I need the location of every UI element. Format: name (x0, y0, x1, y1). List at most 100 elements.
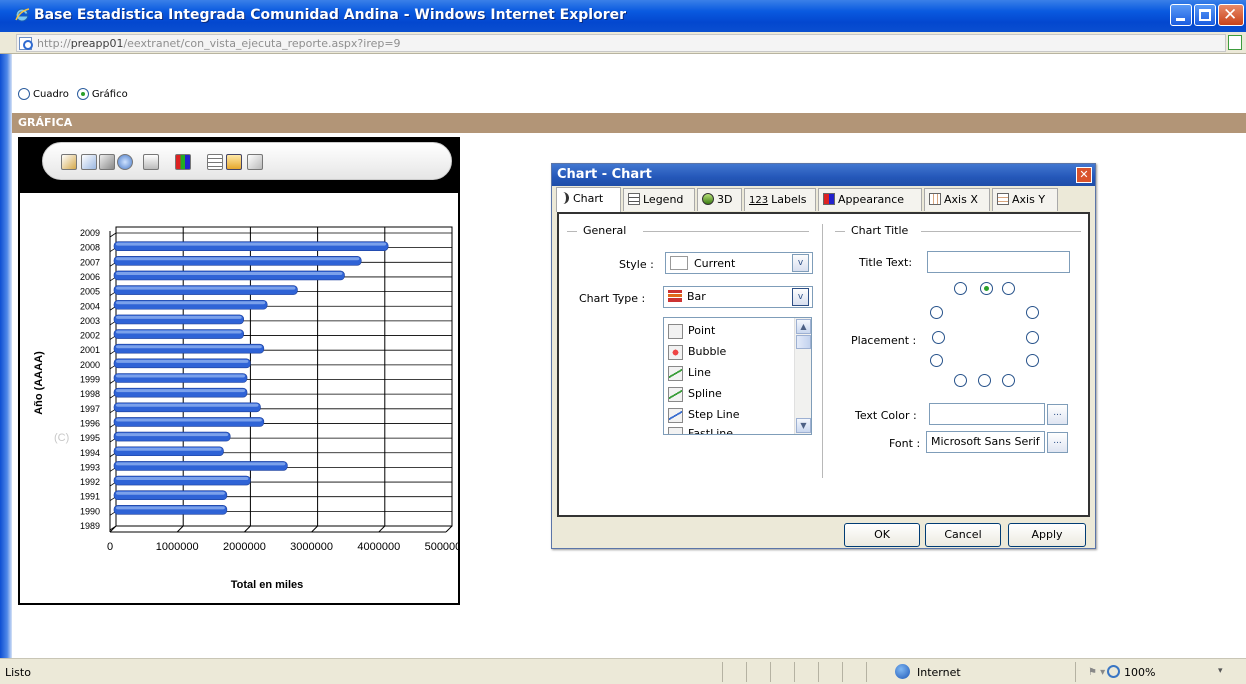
style-dropdown-button[interactable]: v (792, 254, 809, 272)
placement-left-middle[interactable] (932, 331, 945, 344)
maximize-button[interactable] (1194, 4, 1216, 26)
chart-toolbar (42, 142, 452, 180)
window-title: Base Estadistica Integrada Comunidad And… (34, 7, 626, 23)
placement-left-bottom[interactable] (930, 354, 943, 367)
y-tick-label: 2009 (80, 228, 100, 238)
chart-tab-icon (561, 192, 569, 204)
properties-icon[interactable] (61, 154, 77, 170)
y-tick-label: 2008 (80, 243, 100, 253)
window-left-edge (0, 54, 12, 658)
chart-type-icon[interactable] (143, 154, 159, 170)
list-item-line[interactable]: Line (666, 364, 711, 385)
legend-icon[interactable] (207, 154, 223, 170)
status-text: Listo (5, 666, 31, 679)
bar-highlight-2001 (116, 345, 262, 349)
tab-axis-y[interactable]: Axis Y (992, 188, 1058, 211)
font-input[interactable]: Microsoft Sans Serif (926, 431, 1045, 453)
scroll-up-icon[interactable]: ▲ (796, 319, 811, 334)
placement-top-right[interactable] (1002, 282, 1015, 295)
style-swatch (670, 256, 688, 270)
axis-x-tab-icon (929, 193, 941, 205)
placement-top-center[interactable] (980, 282, 993, 295)
tab-chart[interactable]: Chart (556, 187, 621, 212)
chart-type-select[interactable]: Bar (663, 286, 813, 308)
maximize-icon (1199, 9, 1211, 21)
radio-cuadro[interactable] (18, 88, 30, 100)
y-tick-label: 1991 (80, 492, 100, 502)
placement-bottom-left[interactable] (954, 374, 967, 387)
placement-bottom-center[interactable] (978, 374, 991, 387)
chart-container: Año (AAAA) Total en miles Enterprise Edi… (18, 137, 460, 605)
page-icon (19, 37, 33, 50)
title-text-input[interactable] (927, 251, 1070, 273)
style-select[interactable]: Current (665, 252, 813, 274)
list-item-step-line[interactable]: Step Line (666, 406, 739, 427)
url-field[interactable]: http://preapp01/eextranet/con_vista_ejec… (16, 34, 1226, 52)
list-item-bubble[interactable]: Bubble (666, 343, 726, 364)
tab-appearance[interactable]: Appearance (818, 188, 922, 211)
status-separator (1075, 662, 1076, 682)
placement-right-middle[interactable] (1026, 331, 1039, 344)
status-separator (746, 662, 747, 682)
font-browse-button[interactable]: ... (1047, 432, 1068, 453)
status-separator (866, 662, 867, 682)
scroll-down-icon[interactable]: ▼ (796, 418, 811, 433)
print-icon[interactable] (99, 154, 115, 170)
address-bar: http://preapp01/eextranet/con_vista_ejec… (0, 32, 1246, 54)
chart-tab-panel: General Style : Current v Chart Type : B… (557, 212, 1090, 517)
dialog-close-button[interactable]: ✕ (1076, 167, 1092, 183)
point-chart-icon (668, 324, 683, 339)
radio-grafico[interactable] (76, 88, 89, 100)
list-item-fastline[interactable]: FastLine (666, 425, 733, 434)
3d-toggle-icon[interactable] (226, 154, 242, 170)
close-window-button[interactable]: ✕ (1218, 4, 1244, 26)
tab-labels[interactable]: 123 Labels (744, 188, 816, 211)
status-separator (794, 662, 795, 682)
cancel-button[interactable]: Cancel (925, 523, 1001, 547)
ok-button[interactable]: OK (844, 523, 920, 547)
internet-explorer-icon (15, 8, 30, 22)
text-color-browse-button[interactable]: ... (1047, 404, 1068, 425)
status-separator (842, 662, 843, 682)
placement-top-left[interactable] (954, 282, 967, 295)
bar-highlight-2005 (116, 286, 296, 290)
zoom-level[interactable]: 100% (1124, 666, 1155, 679)
apply-button[interactable]: Apply (1008, 523, 1086, 547)
chart-type-dropdown-button[interactable]: v (792, 288, 809, 306)
tab-axis-x[interactable]: Axis X (924, 188, 990, 211)
scroll-thumb[interactable] (796, 335, 811, 349)
placement-bottom-right[interactable] (1002, 374, 1015, 387)
window-titlebar: Base Estadistica Integrada Comunidad And… (0, 0, 1246, 32)
protected-mode-icon[interactable]: ⚑ ▾ (1088, 667, 1105, 678)
list-item-point[interactable]: Point (666, 322, 715, 343)
bar-highlight-1994 (116, 447, 222, 451)
copy-icon[interactable] (81, 154, 97, 170)
chart-type-scrollbar[interactable]: ▲ ▼ (794, 318, 811, 434)
spline-chart-icon (668, 387, 683, 402)
list-item-spline[interactable]: Spline (666, 385, 722, 406)
group-divider (822, 224, 823, 478)
placement-left-top[interactable] (930, 306, 943, 319)
zoom-icon[interactable] (117, 154, 133, 170)
y-tick-label: 1994 (80, 448, 100, 458)
x-gridline-depth (244, 525, 251, 533)
status-bar: Listo Internet ⚑ ▾ 100% ▾ (0, 658, 1246, 684)
tab-legend[interactable]: Legend (623, 188, 695, 211)
axis-y-tab-icon (997, 193, 1009, 205)
security-zone-label: Internet (917, 666, 961, 679)
tab-3d[interactable]: 3D (697, 188, 742, 211)
zoom-dropdown-icon[interactable]: ▾ (1218, 666, 1223, 676)
palette-icon[interactable] (175, 154, 191, 170)
chart-properties-dialog: Chart - Chart ✕ Chart Legend 3D 123 Label… (551, 163, 1096, 549)
compatibility-icon[interactable] (1228, 35, 1242, 50)
settings-icon[interactable] (247, 154, 263, 170)
chart-type-list[interactable]: Point Bubble Line Spline Step Line FastL… (663, 317, 812, 435)
text-color-input[interactable] (929, 403, 1045, 425)
placement-right-bottom[interactable] (1026, 354, 1039, 367)
x-gridline-depth (311, 525, 318, 533)
placement-right-top[interactable] (1026, 306, 1039, 319)
minimize-button[interactable] (1170, 4, 1192, 26)
bar-highlight-2000 (116, 359, 249, 363)
zoom-icon[interactable] (1107, 665, 1120, 678)
x-axis-label: Total en miles (231, 579, 304, 591)
